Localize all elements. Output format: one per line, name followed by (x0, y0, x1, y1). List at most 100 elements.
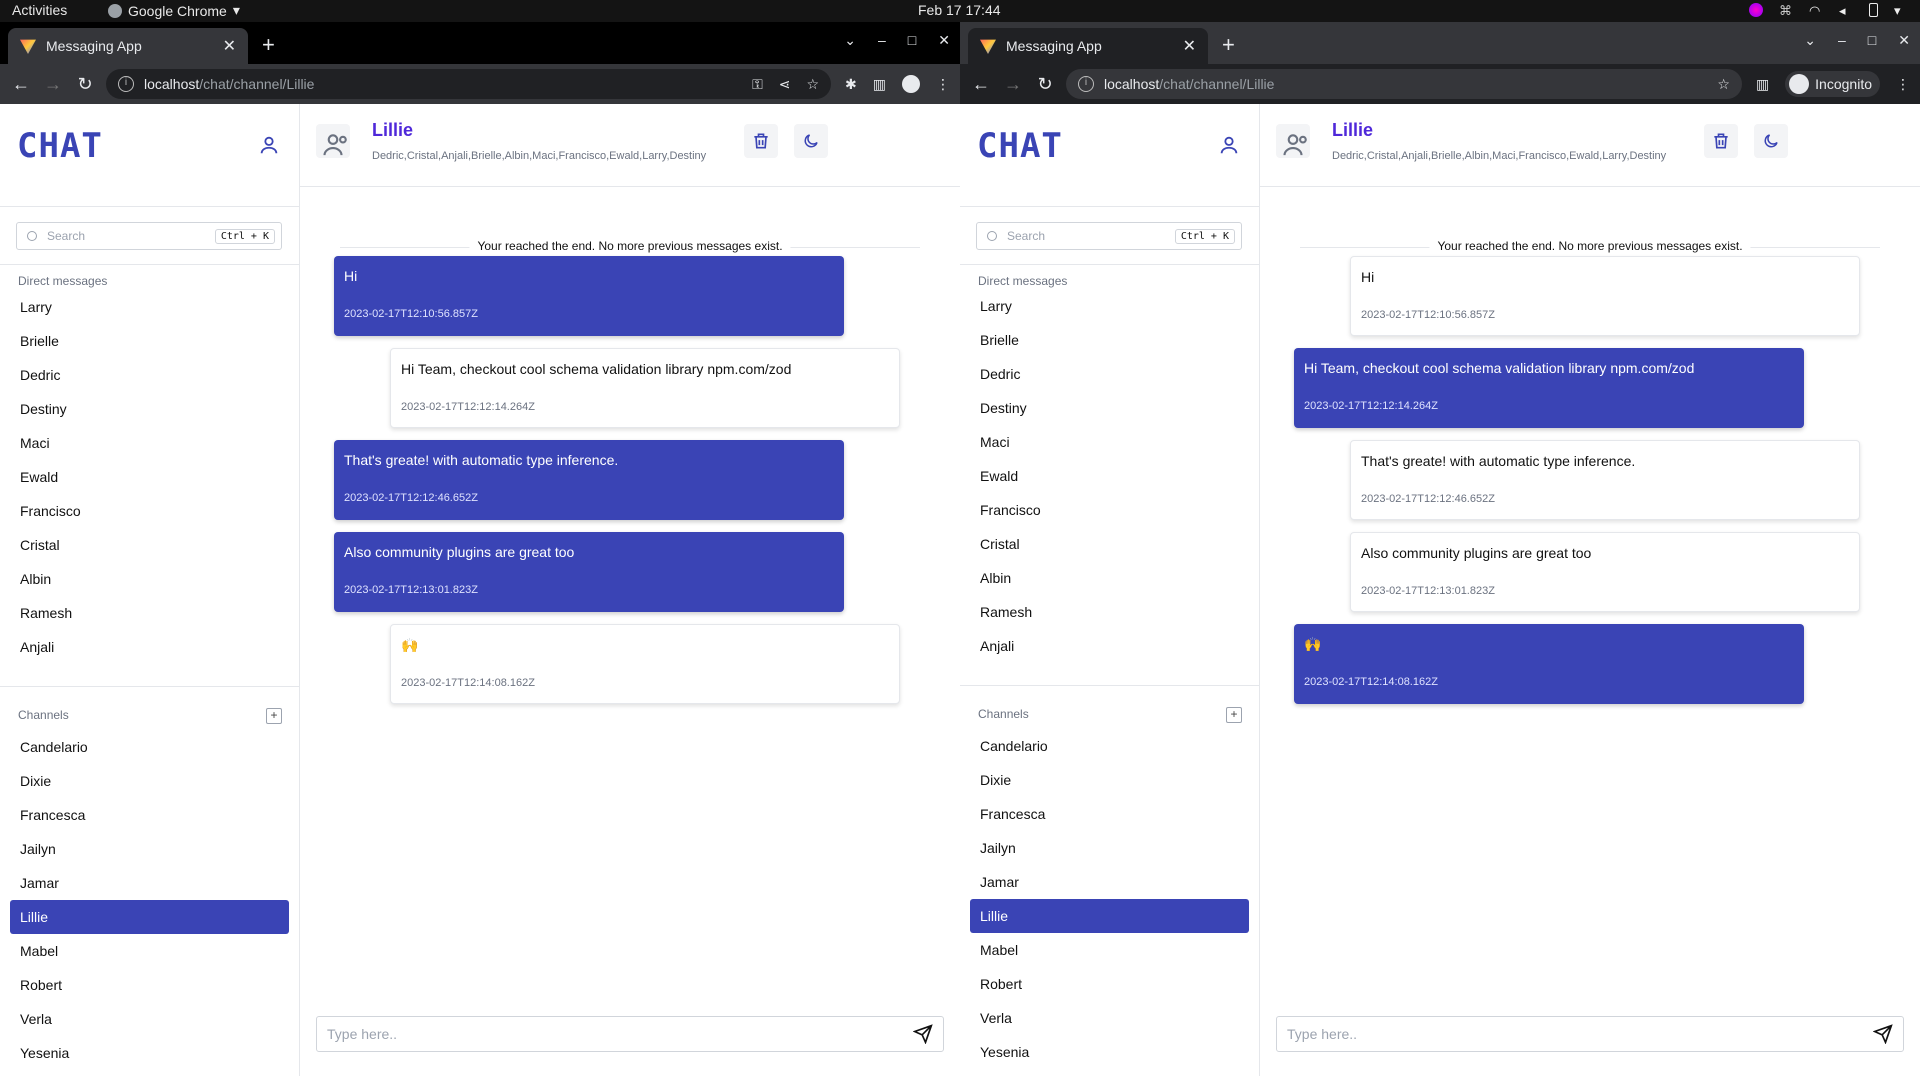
channel-item[interactable]: Mabel (970, 933, 1249, 967)
search-input[interactable]: Search Ctrl + K (16, 222, 282, 250)
channel-item[interactable]: Jamar (10, 866, 289, 900)
dm-item[interactable]: Dedric (10, 358, 289, 392)
address-bar[interactable]: i localhost/chat/channel/Lillie ⚿ ⋖ ☆ (106, 69, 832, 99)
channel-item[interactable]: Francesca (970, 797, 1249, 831)
activities-button[interactable]: Activities (12, 2, 67, 18)
dm-item[interactable]: Cristal (970, 527, 1249, 561)
tab-messaging-app[interactable]: Messaging App ✕ (8, 28, 248, 64)
minimize-icon[interactable]: – (1838, 32, 1846, 49)
channel-item[interactable]: Verla (10, 1002, 289, 1036)
reload-icon[interactable]: ↻ (1034, 74, 1056, 95)
close-window-icon[interactable]: ✕ (938, 32, 950, 49)
side-panel-icon[interactable]: ▥ (1756, 76, 1769, 93)
send-icon[interactable] (913, 1024, 933, 1044)
clock[interactable]: Feb 17 17:44 (918, 2, 1001, 18)
site-info-icon[interactable]: i (1078, 76, 1094, 92)
dm-item[interactable]: Ramesh (970, 595, 1249, 629)
channel-item[interactable]: Dixie (970, 763, 1249, 797)
app-menu[interactable]: Google Chrome ▾ (108, 2, 240, 19)
volume-icon[interactable]: ◂ (1839, 3, 1853, 18)
power-menu-icon[interactable]: ▾ (1894, 3, 1908, 18)
close-window-icon[interactable]: ✕ (1898, 32, 1910, 49)
add-channel-button[interactable]: + (1226, 707, 1242, 723)
back-icon[interactable]: ← (970, 74, 992, 95)
message-input[interactable]: Type here.. (316, 1016, 944, 1052)
dm-item[interactable]: Destiny (10, 392, 289, 426)
maximize-icon[interactable]: □ (1868, 32, 1876, 49)
site-info-icon[interactable]: i (118, 76, 134, 92)
send-icon[interactable] (1873, 1024, 1893, 1044)
bookmark-star-icon[interactable]: ☆ (806, 76, 819, 93)
system-tray[interactable]: ⌘ ◠ ◂ ▾ (1749, 3, 1908, 18)
close-tab-icon[interactable]: ✕ (1183, 36, 1196, 56)
theme-toggle-button[interactable] (794, 124, 828, 158)
channel-item[interactable]: Candelario (970, 729, 1249, 763)
message-input[interactable]: Type here.. (1276, 1016, 1904, 1052)
new-tab-button[interactable]: + (1222, 32, 1235, 58)
color-picker-icon[interactable] (1749, 3, 1763, 17)
dm-item[interactable]: Ramesh (10, 596, 289, 630)
dm-item[interactable]: Dedric (970, 357, 1249, 391)
channel-item[interactable]: Dixie (10, 764, 289, 798)
add-channel-button[interactable]: + (266, 708, 282, 724)
bookmark-star-icon[interactable]: ☆ (1717, 76, 1730, 93)
dm-item[interactable]: Albin (10, 562, 289, 596)
dm-item[interactable]: Larry (970, 289, 1249, 323)
dm-item[interactable]: Anjali (10, 630, 289, 664)
channel-item[interactable]: Robert (10, 968, 289, 1002)
dm-item[interactable]: Brielle (10, 324, 289, 358)
more-menu-icon[interactable]: ⋮ (1896, 76, 1910, 93)
channel-item[interactable]: Yesenia (10, 1036, 289, 1070)
channel-item-active[interactable]: Lillie (970, 899, 1249, 933)
address-bar[interactable]: i localhost/chat/channel/Lillie ☆ (1066, 69, 1742, 99)
dm-item[interactable]: Anjali (970, 629, 1249, 663)
tab-search-icon[interactable]: ⌄ (844, 32, 856, 49)
more-menu-icon[interactable]: ⋮ (936, 76, 950, 93)
search-input[interactable]: Search Ctrl + K (976, 222, 1242, 250)
extensions-icon[interactable]: ✱ (845, 76, 857, 93)
network-icon[interactable]: ⌘ (1779, 3, 1793, 18)
channel-item[interactable]: Mabel (10, 934, 289, 968)
reload-icon[interactable]: ↻ (74, 74, 96, 95)
channel-item[interactable]: Yesenia (970, 1035, 1249, 1069)
forward-icon[interactable]: → (1002, 74, 1024, 95)
dm-item[interactable]: Ewald (10, 460, 289, 494)
dm-item[interactable]: Maci (970, 425, 1249, 459)
battery-icon[interactable] (1869, 3, 1878, 17)
members-icon[interactable] (316, 124, 350, 158)
profile-icon[interactable] (902, 75, 920, 93)
channel-item[interactable]: Jamar (970, 865, 1249, 899)
channel-item[interactable]: Candelario (10, 730, 289, 764)
tab-messaging-app[interactable]: Messaging App ✕ (968, 28, 1208, 64)
share-icon[interactable]: ⋖ (779, 76, 791, 93)
members-icon[interactable] (1276, 124, 1310, 158)
close-tab-icon[interactable]: ✕ (223, 36, 236, 56)
minimize-icon[interactable]: – (878, 32, 886, 49)
channel-item[interactable]: Jailyn (970, 831, 1249, 865)
channel-item[interactable]: Francesca (10, 798, 289, 832)
incognito-badge[interactable]: Incognito (1785, 71, 1880, 97)
dm-item[interactable]: Ewald (970, 459, 1249, 493)
tab-search-icon[interactable]: ⌄ (1804, 32, 1816, 49)
channel-item[interactable]: Verla (970, 1001, 1249, 1035)
dm-item[interactable]: Francisco (10, 494, 289, 528)
dm-item[interactable]: Cristal (10, 528, 289, 562)
theme-toggle-button[interactable] (1754, 124, 1788, 158)
forward-icon[interactable]: → (42, 74, 64, 95)
delete-channel-button[interactable] (744, 124, 778, 158)
wifi-icon[interactable]: ◠ (1809, 3, 1823, 18)
maximize-icon[interactable]: □ (908, 32, 916, 49)
side-panel-icon[interactable]: ▥ (873, 76, 886, 93)
user-profile-icon[interactable] (258, 134, 280, 156)
back-icon[interactable]: ← (10, 74, 32, 95)
channel-item[interactable]: Jailyn (10, 832, 289, 866)
dm-item[interactable]: Maci (10, 426, 289, 460)
dm-item[interactable]: Destiny (970, 391, 1249, 425)
new-tab-button[interactable]: + (262, 32, 275, 58)
channel-item[interactable]: Robert (970, 967, 1249, 1001)
dm-item[interactable]: Francisco (970, 493, 1249, 527)
dm-item[interactable]: Albin (970, 561, 1249, 595)
key-icon[interactable]: ⚿ (752, 76, 763, 93)
dm-item[interactable]: Larry (10, 290, 289, 324)
user-profile-icon[interactable] (1218, 134, 1240, 156)
